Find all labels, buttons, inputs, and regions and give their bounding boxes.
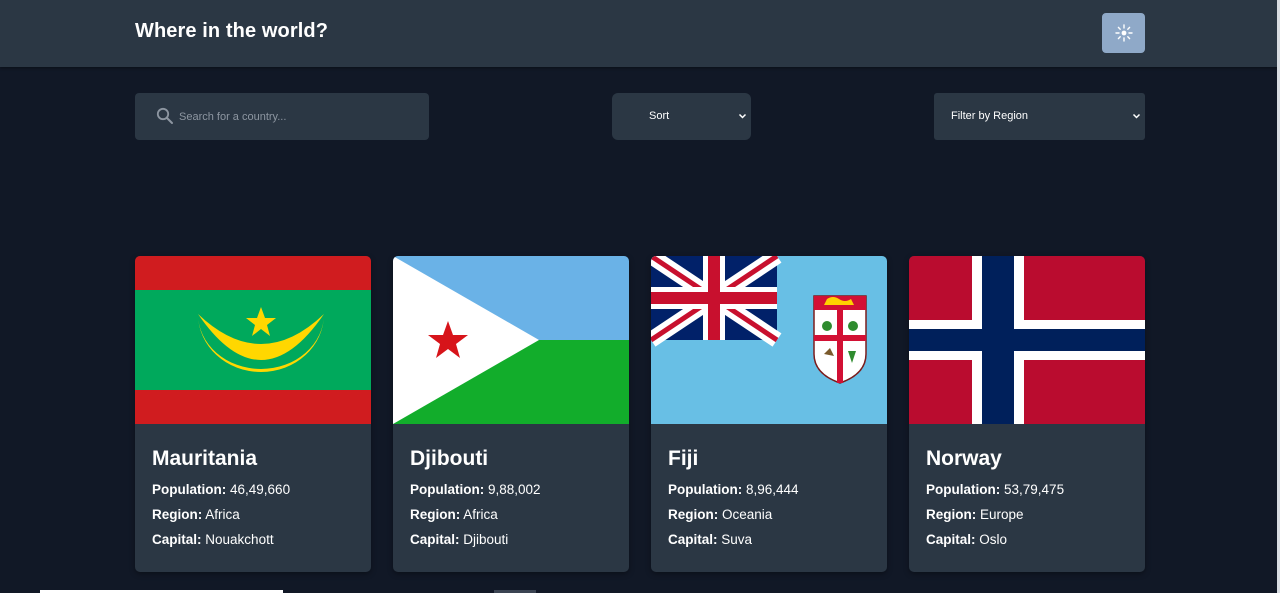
- country-card[interactable]: Fiji Population: 8,96,444 Region: Oceani…: [651, 256, 887, 572]
- capital-label: Capital:: [152, 532, 202, 547]
- country-name: Djibouti: [410, 447, 489, 470]
- region-label: Region:: [668, 507, 719, 522]
- capital-row: Capital: Djibouti: [410, 532, 508, 547]
- sun-icon: [1114, 24, 1133, 42]
- population-row: Population: 53,79,475: [926, 482, 1064, 497]
- region-row: Region: Africa: [152, 507, 240, 522]
- norway-flag: [909, 256, 1145, 424]
- capital-value: Djibouti: [463, 532, 509, 547]
- capital-row: Capital: Nouakchott: [152, 532, 274, 547]
- region-filter-label: Filter by Region: [951, 110, 1029, 122]
- country-card[interactable]: Mauritania Population: 46,49,660 Region:…: [135, 256, 371, 572]
- capital-label: Capital:: [926, 532, 976, 547]
- sort-select-label: Sort: [649, 110, 670, 122]
- region-value: Africa: [463, 507, 498, 522]
- region-value: Africa: [205, 507, 240, 522]
- country-name: Mauritania: [152, 447, 258, 470]
- country-card[interactable]: Djibouti Population: 9,88,002 Region: Af…: [393, 256, 629, 572]
- region-value: Europe: [980, 507, 1024, 522]
- capital-value: Suva: [721, 532, 753, 547]
- region-row: Region: Oceania: [668, 507, 772, 522]
- region-label: Region:: [152, 507, 203, 522]
- country-name: Fiji: [668, 447, 699, 470]
- population-label: Population:: [152, 482, 227, 497]
- population-label: Population:: [410, 482, 485, 497]
- search-icon: [156, 107, 173, 124]
- population-value: 53,79,475: [1004, 482, 1065, 497]
- mauritania-flag: [135, 256, 371, 424]
- population-row: Population: 46,49,660: [152, 482, 290, 497]
- search-input[interactable]: [179, 93, 419, 140]
- region-row: Region: Africa: [410, 507, 498, 522]
- region-row: Region: Europe: [926, 507, 1024, 522]
- population-label: Population:: [668, 482, 743, 497]
- region-value: Oceania: [722, 507, 773, 522]
- capital-row: Capital: Oslo: [926, 532, 1007, 547]
- theme-toggle-button[interactable]: [1102, 13, 1145, 53]
- djibouti-flag: [393, 256, 629, 424]
- region-label: Region:: [410, 507, 461, 522]
- capital-label: Capital:: [410, 532, 460, 547]
- capital-value: Oslo: [979, 532, 1008, 547]
- app-title: Where in the world?: [135, 20, 329, 42]
- chevron-down-icon: [1132, 113, 1141, 119]
- region-label: Region:: [926, 507, 977, 522]
- population-value: 9,88,002: [488, 482, 541, 497]
- population-label: Population:: [926, 482, 1001, 497]
- capital-row: Capital: Suva: [668, 532, 752, 547]
- population-row: Population: 9,88,002: [410, 482, 541, 497]
- population-value: 46,49,660: [230, 482, 291, 497]
- fiji-flag: [651, 256, 887, 424]
- population-value: 8,96,444: [746, 482, 799, 497]
- capital-value: Nouakchott: [205, 532, 274, 547]
- region-filter-select[interactable]: Filter by Region: [934, 93, 1145, 140]
- country-name: Norway: [926, 447, 1002, 470]
- search-box: [135, 93, 429, 140]
- chevron-down-icon: [738, 113, 747, 119]
- sort-select[interactable]: Sort: [612, 93, 751, 140]
- top-header: Where in the world?: [0, 0, 1280, 67]
- capital-label: Capital:: [668, 532, 718, 547]
- country-card[interactable]: Norway Population: 53,79,475 Region: Eur…: [909, 256, 1145, 572]
- population-row: Population: 8,96,444: [668, 482, 799, 497]
